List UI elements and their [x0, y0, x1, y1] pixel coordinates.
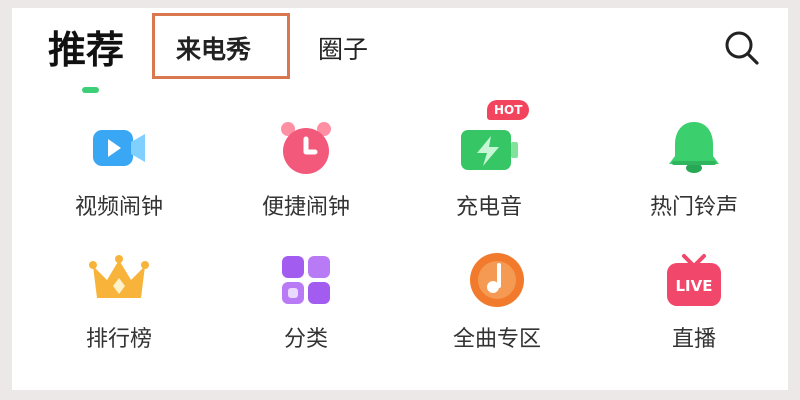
battery-charging-icon: HOT	[457, 100, 530, 180]
tab-recommend[interactable]: 推荐	[48, 28, 124, 72]
live-icon-text: LIVE	[676, 277, 713, 295]
grid-item-label: 充电音	[455, 195, 522, 220]
grid-item-live[interactable]: LIVE 直播	[614, 248, 774, 368]
grid-item-label: 全曲专区	[452, 327, 541, 352]
grid-item-category[interactable]: 分类	[226, 248, 386, 368]
live-tv-icon: LIVE	[662, 248, 726, 312]
search-button[interactable]	[722, 28, 762, 68]
tab-caller-show[interactable]: 来电秀	[176, 34, 251, 66]
grid-item-label: 排行榜	[85, 327, 152, 352]
app-screen: 推荐 来电秀 圈子 视频闹钟 便捷闹钟 HOT 充电音 热门铃声 排行榜 分类 …	[12, 8, 788, 390]
grid-item-hot-ringtone[interactable]: 热门铃声	[614, 116, 774, 236]
grid-item-quick-alarm[interactable]: 便捷闹钟	[226, 116, 386, 236]
grid-item-full-songs[interactable]: 全曲专区	[417, 248, 577, 368]
grid-item-label: 视频闹钟	[74, 195, 163, 220]
grid-item-label: 分类	[283, 327, 328, 352]
grid-item-video-alarm[interactable]: 视频闹钟	[39, 116, 199, 236]
music-note-icon	[465, 248, 529, 312]
grid-item-ranking[interactable]: 排行榜	[39, 248, 199, 368]
crown-icon	[87, 248, 151, 312]
tab-circle[interactable]: 圈子	[318, 34, 368, 66]
video-camera-icon	[87, 116, 151, 180]
active-tab-indicator	[82, 87, 99, 93]
grid-item-charging-sound[interactable]: HOT 充电音	[409, 100, 569, 236]
hot-badge: HOT	[487, 100, 530, 120]
grid-item-label: 便捷闹钟	[261, 195, 350, 220]
grid-item-label: 热门铃声	[649, 195, 738, 220]
grid-item-label: 直播	[671, 327, 716, 352]
alarm-clock-icon	[274, 116, 338, 180]
bell-icon	[662, 116, 726, 180]
search-icon	[725, 31, 759, 65]
category-grid-icon	[274, 248, 338, 312]
